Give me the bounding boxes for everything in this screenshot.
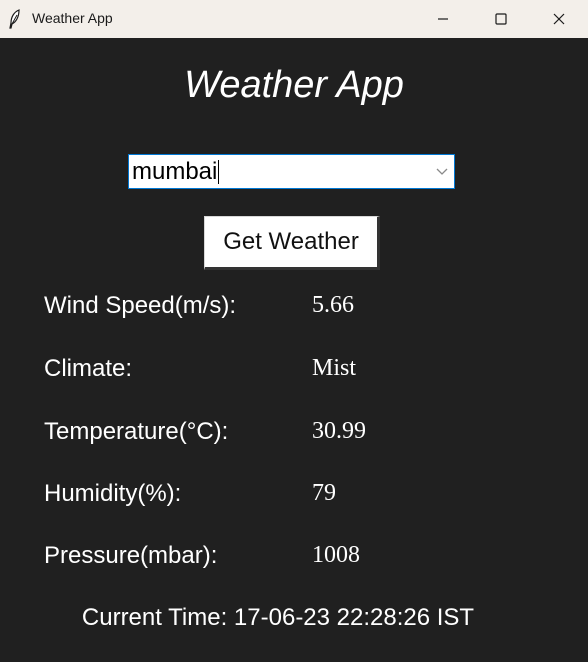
city-combobox[interactable]: mumbai	[128, 154, 455, 189]
chevron-down-icon[interactable]	[436, 168, 448, 176]
minimize-button[interactable]	[414, 0, 472, 38]
wind-speed-value: 5.66	[312, 292, 354, 318]
maximize-button[interactable]	[472, 0, 530, 38]
humidity-value: 79	[312, 480, 336, 506]
feather-icon	[9, 9, 20, 29]
wind-speed-label: Wind Speed(m/s):	[44, 292, 237, 319]
city-input[interactable]: mumbai	[132, 158, 220, 185]
pressure-label: Pressure(mbar):	[44, 542, 218, 569]
climate-value: Mist	[312, 355, 357, 381]
title-bar[interactable]: Weather App	[0, 0, 588, 38]
maximize-icon	[495, 13, 507, 25]
city-input-value: mumbai	[132, 158, 218, 185]
current-time: Current Time: 17-06-23 22:28:26 IST	[81, 604, 475, 631]
get-weather-button[interactable]: Get Weather	[204, 216, 380, 270]
pressure-value: 1008	[312, 542, 360, 568]
window-title: Weather App	[32, 10, 113, 26]
climate-label: Climate:	[44, 355, 133, 382]
text-cursor	[218, 160, 220, 184]
minimize-icon	[438, 18, 448, 20]
humidity-label: Humidity(%):	[44, 480, 182, 507]
close-icon	[553, 13, 565, 25]
page-title: Weather App	[184, 64, 404, 106]
app-window: Weather App Weather App mumbai Get Weath…	[0, 0, 588, 662]
close-button[interactable]	[530, 0, 588, 38]
temperature-value: 30.99	[312, 418, 366, 444]
temperature-label: Temperature(°C):	[44, 418, 229, 445]
